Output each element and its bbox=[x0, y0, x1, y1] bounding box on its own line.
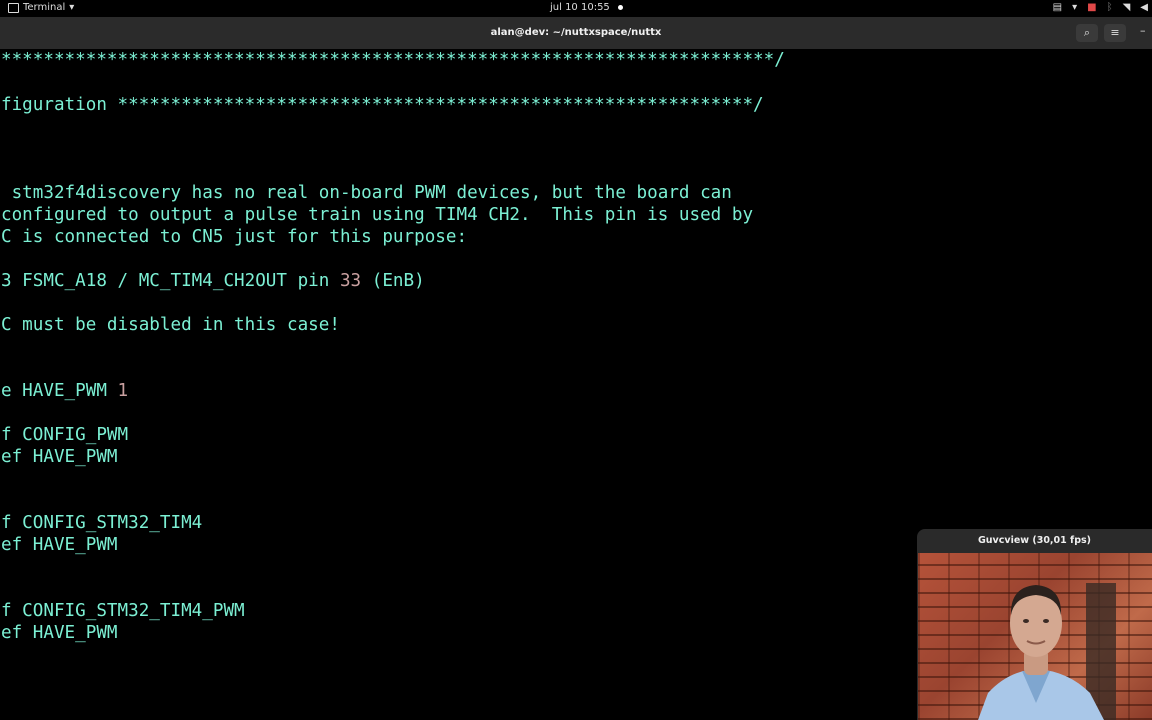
terminal-line: ef HAVE_PWM bbox=[1, 447, 118, 467]
camera-record-icon[interactable]: ■ bbox=[1087, 2, 1096, 14]
guvcview-window[interactable]: Guvcview (30,01 fps) bbox=[917, 529, 1152, 720]
terminal-line: 3 FSMC_A18 / MC_TIM4_CH2OUT pin 33 (EnB) bbox=[1, 270, 425, 292]
volume-icon[interactable]: ◀ bbox=[1140, 2, 1148, 14]
clock-text: jul 10 10:55 bbox=[550, 2, 610, 13]
terminal-line: C is connected to CN5 just for this purp… bbox=[1, 227, 468, 247]
line-text: 3 FSMC_A18 / MC_TIM4_CH2OUT pin bbox=[1, 271, 340, 291]
webcam-video bbox=[918, 553, 1152, 720]
number-literal: 1 bbox=[117, 381, 129, 401]
activities-app-menu[interactable]: Terminal ▾ bbox=[8, 2, 74, 13]
hamburger-menu-icon: ≡ bbox=[1110, 26, 1120, 39]
notification-dot-icon bbox=[617, 5, 623, 10]
guvcview-title: Guvcview (30,01 fps) bbox=[978, 535, 1091, 546]
system-tray[interactable]: ▤ ▾ ■ ᛒ ◥ ◀ bbox=[1053, 2, 1148, 14]
terminal-line: ef HAVE_PWM bbox=[1, 535, 118, 555]
terminal-line: stm32f4discovery has no real on-board PW… bbox=[1, 183, 732, 203]
terminal-line: C must be disabled in this case! bbox=[1, 315, 340, 335]
search-icon: ⌕ bbox=[1083, 26, 1091, 39]
terminal-header-bar: alan@dev: ~/nuttxspace/nuttx ⌕ ≡ – bbox=[0, 17, 1152, 49]
person-image bbox=[978, 583, 1116, 720]
window-title: alan@dev: ~/nuttxspace/nuttx bbox=[490, 27, 662, 38]
terminal-line: f CONFIG_PWM bbox=[1, 425, 129, 445]
terminal-line: e HAVE_PWM 1 bbox=[1, 380, 128, 402]
minimize-icon: – bbox=[1140, 24, 1146, 37]
chevron-down-icon: ▾ bbox=[1072, 2, 1078, 13]
terminal-line: ef HAVE_PWM bbox=[1, 623, 118, 643]
menu-button[interactable]: ≡ bbox=[1104, 24, 1126, 42]
bluetooth-icon[interactable]: ᛒ bbox=[1107, 2, 1113, 14]
terminal-line: configured to output a pulse train using… bbox=[1, 205, 754, 225]
line-text: e HAVE_PWM bbox=[1, 381, 118, 401]
terminal-line: f CONFIG_STM32_TIM4 bbox=[1, 513, 203, 533]
wifi-icon[interactable]: ◥ bbox=[1123, 2, 1131, 14]
terminal-line: ****************************************… bbox=[1, 50, 785, 70]
clipboard-icon[interactable]: ▤ bbox=[1053, 2, 1062, 14]
top-bar: Terminal ▾ jul 10 10:55 ▤ ▾ ■ ᛒ ◥ ◀ bbox=[0, 0, 1152, 17]
terminal-line: figuration *****************************… bbox=[1, 95, 764, 115]
clock[interactable]: jul 10 10:55 bbox=[550, 2, 623, 13]
terminal-line: f CONFIG_STM32_TIM4_PWM bbox=[1, 601, 245, 621]
minimize-button[interactable]: – bbox=[1140, 24, 1146, 37]
terminal-icon bbox=[8, 2, 19, 13]
search-button[interactable]: ⌕ bbox=[1076, 24, 1098, 42]
app-name: Terminal bbox=[23, 2, 66, 13]
line-text: (EnB) bbox=[361, 271, 425, 291]
number-literal: 33 bbox=[339, 271, 362, 291]
chevron-down-icon: ▾ bbox=[69, 2, 75, 13]
